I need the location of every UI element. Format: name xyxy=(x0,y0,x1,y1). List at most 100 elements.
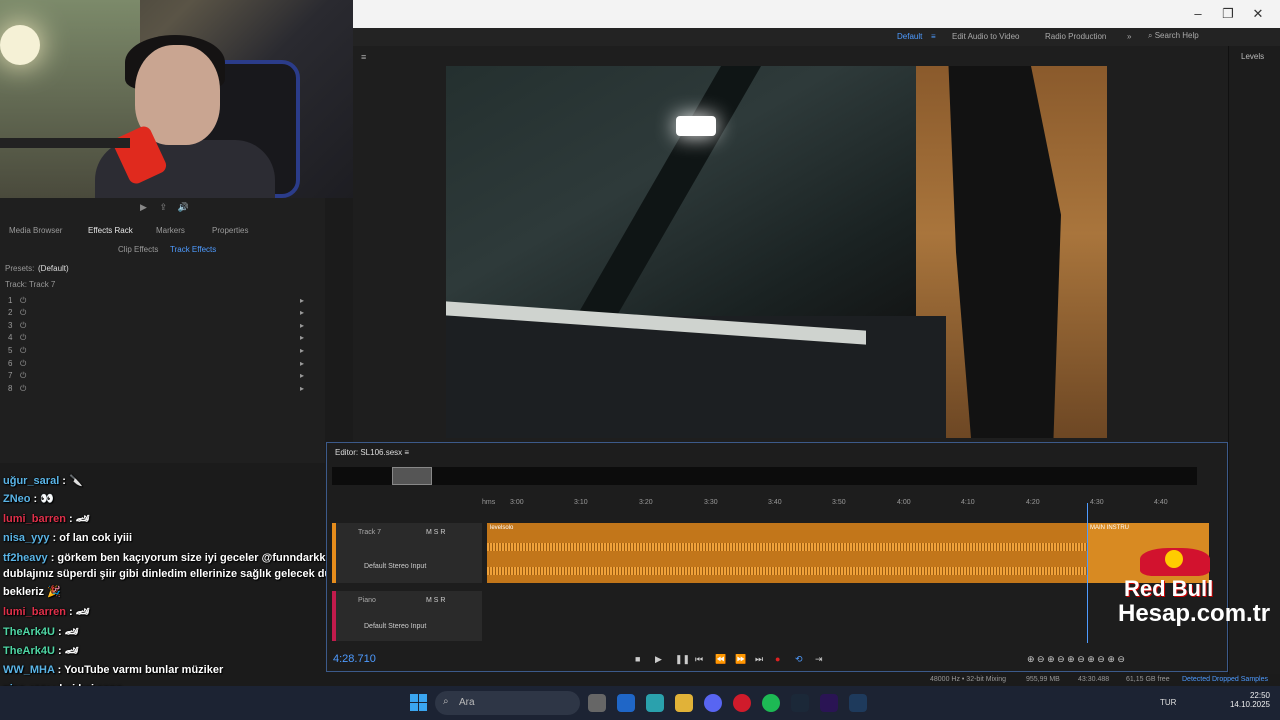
premiere-icon[interactable] xyxy=(820,694,838,712)
rack-slot[interactable]: 5 ⏻ ▸ xyxy=(8,346,308,358)
audio-clip[interactable]: levelsolo xyxy=(487,523,1087,583)
chat-message: uğur_saral : 🔪 xyxy=(3,475,83,487)
chat-message: nisa_yyy : of lan cok iyiii xyxy=(3,532,133,544)
rack-slot[interactable]: 4 ⏻ ▸ xyxy=(8,333,308,345)
subtab-track-effects[interactable]: Track Effects xyxy=(170,245,216,254)
play-button[interactable]: ▶ xyxy=(655,654,662,665)
workspace-edit-audio-video[interactable]: Edit Audio to Video xyxy=(952,32,1019,41)
time-ruler[interactable]: hms 3:00 3:10 3:20 3:30 3:40 3:50 4:00 4… xyxy=(482,499,1212,511)
file-explorer-icon[interactable] xyxy=(675,694,693,712)
chat-message: bekleriz 🎉 xyxy=(3,586,61,598)
power-icon: ⏻ xyxy=(20,346,27,355)
sponsor-overlay: Red Bull Hesap.com.tr xyxy=(1080,540,1280,640)
overview-handle[interactable] xyxy=(392,467,432,485)
minimize-button[interactable]: – xyxy=(1183,4,1213,24)
chat-message: lumi_barren : 🏎 xyxy=(3,606,90,618)
video-preview xyxy=(446,66,1107,438)
clock[interactable]: 22:50 14.10.2025 xyxy=(1225,691,1270,709)
workspace-default[interactable]: Default xyxy=(897,32,922,41)
workspace-menu-icon[interactable]: ≡ xyxy=(931,32,936,41)
task-view-icon[interactable] xyxy=(588,694,606,712)
expand-icon: ▸ xyxy=(300,308,305,317)
mute-solo-record[interactable]: M S R xyxy=(426,597,445,604)
pause-button[interactable]: ❚❚ xyxy=(675,654,690,665)
presets-label: Presets: xyxy=(5,264,35,273)
rack-slot[interactable]: 1 ⏻ ▸ xyxy=(8,296,308,308)
rewind-button[interactable]: ⏪ xyxy=(715,654,726,665)
chat-overlay: uğur_saral : 🔪 ZNeo : 👀 lumi_barren : 🏎 … xyxy=(0,468,385,700)
tab-effects-rack[interactable]: Effects Rack xyxy=(88,226,133,235)
levels-label: Levels xyxy=(1241,52,1265,61)
power-icon: ⏻ xyxy=(20,333,27,342)
overview-scrollbar[interactable] xyxy=(332,467,1197,485)
chat-message: TheArk4U : 🏎 xyxy=(3,626,79,638)
track-header-piano[interactable]: Piano M S R Default Stereo Input xyxy=(332,591,482,641)
chat-message: ZNeo : 👀 xyxy=(3,493,54,505)
expand-icon: ▸ xyxy=(300,296,305,305)
chat-message: WW_MHA : YouTube varmı bunlar müziker xyxy=(3,664,224,676)
chat-message: lumi_barren : 🏎 xyxy=(3,513,90,525)
volume-icon[interactable]: 🔊 xyxy=(178,202,189,212)
presets-select[interactable]: (Default) xyxy=(38,264,268,273)
windows-start-icon[interactable] xyxy=(410,694,428,712)
outlook-icon[interactable] xyxy=(617,694,635,712)
mute-solo-record[interactable]: M S R xyxy=(426,529,445,536)
close-button[interactable]: ✕ xyxy=(1243,4,1273,24)
rack-slot[interactable]: 8 ⏻ ▸ xyxy=(8,384,308,396)
system-tray[interactable]: TUR xyxy=(1160,698,1176,707)
chat-message: TheArk4U : 🏎 xyxy=(3,645,79,657)
power-icon: ⏻ xyxy=(20,296,27,305)
record-button[interactable]: ● xyxy=(775,654,780,664)
expand-icon: ▸ xyxy=(300,359,305,368)
taskbar-search[interactable]: ⌕ Ara xyxy=(435,691,580,715)
maximize-button[interactable]: ❐ xyxy=(1213,4,1243,24)
search-icon: ⌕ xyxy=(1148,31,1155,40)
spotify-icon[interactable] xyxy=(762,694,780,712)
opera-icon[interactable] xyxy=(733,694,751,712)
power-icon: ⏻ xyxy=(20,321,27,330)
zoom-icons[interactable]: ⊕ ⊖ ⊕ ⊖ ⊕ ⊖ ⊕ ⊖ ⊕ ⊖ xyxy=(1027,654,1125,665)
workspace-bar: Default ≡ Edit Audio to Video Radio Prod… xyxy=(353,28,1280,46)
power-icon: ⏻ xyxy=(20,384,27,393)
editor-title: Editor: SL106.sesx ≡ xyxy=(335,448,410,457)
rack-slot[interactable]: 7 ⏻ ▸ xyxy=(8,371,308,383)
export-icon[interactable]: ⇪ xyxy=(159,202,167,212)
rack-slot[interactable]: 6 ⏻ ▸ xyxy=(8,359,308,371)
expand-icon: ▸ xyxy=(300,384,305,393)
track-input-select[interactable]: Default Stereo Input xyxy=(364,563,426,570)
discord-icon[interactable] xyxy=(704,694,722,712)
tab-properties[interactable]: Properties xyxy=(212,226,248,235)
expand-icon: ▸ xyxy=(300,321,305,330)
expand-icon: ▸ xyxy=(300,333,305,342)
screen: – ❐ ✕ Default ≡ Edit Audio to Video Radi… xyxy=(0,0,1280,720)
track-input-select[interactable]: Default Stereo Input xyxy=(364,623,426,630)
stop-button[interactable]: ■ xyxy=(635,654,640,664)
play-icon[interactable]: ▶ xyxy=(140,202,147,212)
loop-button[interactable]: ⟲ xyxy=(795,654,803,665)
track-header-track7[interactable]: Track 7 M S R Default Stereo Input xyxy=(332,523,482,583)
panel-menu-icon[interactable]: ≡ xyxy=(404,448,409,457)
power-icon: ⏻ xyxy=(20,371,27,380)
more-workspaces-icon[interactable]: » xyxy=(1127,32,1131,41)
tab-media-browser[interactable]: Media Browser xyxy=(9,226,62,235)
workspace-radio-production[interactable]: Radio Production xyxy=(1045,32,1106,41)
status-bar: 48000 Hz • 32-bit Mixing 955,99 MB 43:30… xyxy=(326,674,1280,686)
expand-icon: ▸ xyxy=(300,371,305,380)
go-to-end-button[interactable]: ⏭ xyxy=(755,654,763,665)
go-to-start-button[interactable]: ⏮ xyxy=(695,654,703,665)
rack-slot[interactable]: 3 ⏻ ▸ xyxy=(8,321,308,333)
power-icon: ⏻ xyxy=(20,359,27,368)
window-titlebar: – ❐ ✕ xyxy=(353,0,1280,28)
app-icon[interactable] xyxy=(646,694,664,712)
search-help-input[interactable]: ⌕ Search Help xyxy=(1148,31,1258,43)
steam-icon[interactable] xyxy=(791,694,809,712)
skip-button[interactable]: ⇥ xyxy=(815,654,823,665)
fast-forward-button[interactable]: ⏩ xyxy=(735,654,746,665)
audition-icon[interactable] xyxy=(849,694,867,712)
subtab-clip-effects[interactable]: Clip Effects xyxy=(118,245,158,254)
search-icon: ⌕ xyxy=(443,696,449,707)
tab-markers[interactable]: Markers xyxy=(156,226,185,235)
effects-panel: ▶ ⇪ 🔊 Media Browser Effects Rack Markers… xyxy=(0,198,325,463)
rack-slot[interactable]: 2 ⏻ ▸ xyxy=(8,308,308,320)
panel-menu-icon[interactable]: ≡ xyxy=(361,52,366,62)
